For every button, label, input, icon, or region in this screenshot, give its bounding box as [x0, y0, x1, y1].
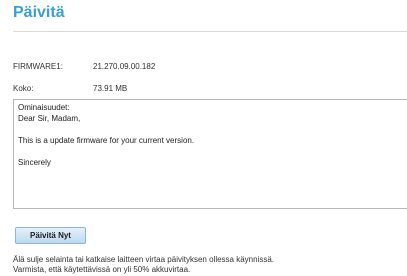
release-notes-spacer	[18, 124, 403, 135]
size-value: 73.91 MB	[93, 84, 128, 93]
release-notes-body: This is a update firmware for your curre…	[18, 136, 195, 145]
warning-text-battery: Varmista, että käytettävissä on yli 50% …	[13, 265, 191, 274]
update-now-button[interactable]: Päivitä Nyt	[15, 227, 86, 244]
page-title: Päivitä	[13, 4, 65, 21]
firmware-label: FIRMWARE1:	[13, 62, 63, 71]
release-notes-greeting: Dear Sir, Madam,	[18, 114, 81, 123]
release-notes-box[interactable]: Ominaisuudet: Dear Sir, Madam, This is a…	[13, 99, 407, 209]
firmware-value: 21.270.09.00.182	[93, 62, 156, 71]
warning-text-power: Älä sulje selainta tai katkaise laitteen…	[13, 255, 275, 264]
release-notes-spacer	[18, 146, 403, 157]
title-divider	[13, 31, 407, 32]
update-page: Päivitä FIRMWARE1: 21.270.09.00.182 Koko…	[0, 0, 407, 276]
size-label: Koko:	[13, 84, 34, 93]
release-notes-heading: Ominaisuudet:	[18, 103, 70, 112]
release-notes-closing: Sincerely	[18, 158, 51, 167]
